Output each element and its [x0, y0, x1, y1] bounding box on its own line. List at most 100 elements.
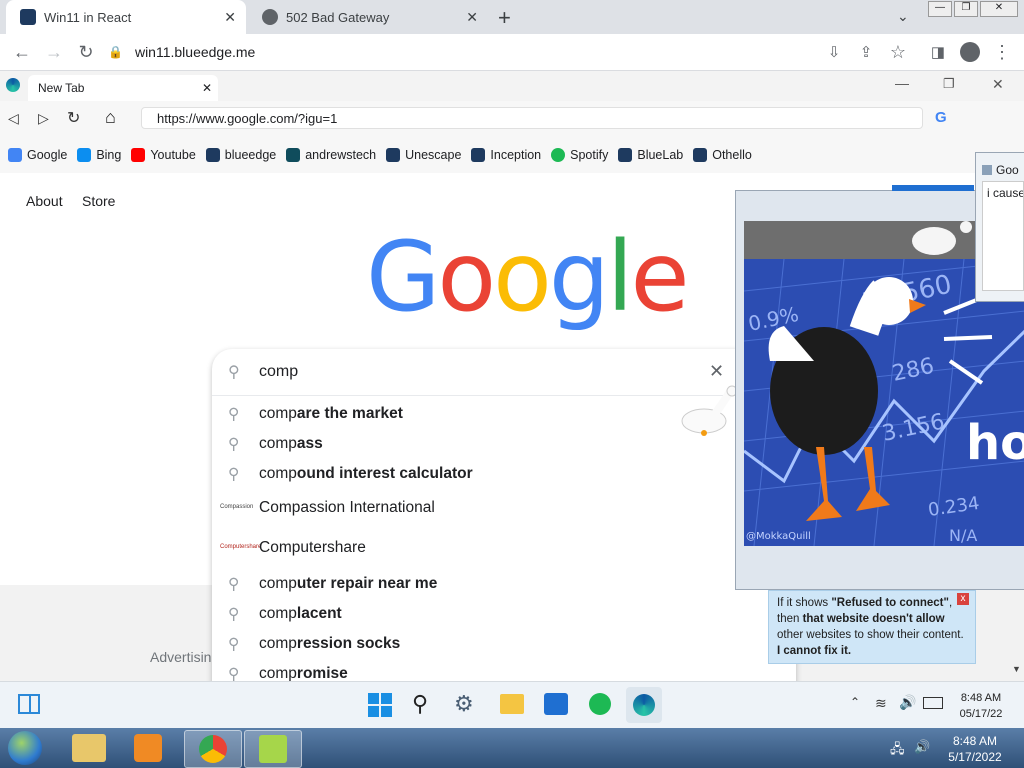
chrome-tab-win11[interactable]: Win11 in React ✕	[6, 0, 246, 34]
clock-date: 5/17/2022	[948, 750, 1002, 764]
notification-body: i cause	[982, 181, 1024, 291]
volume-icon[interactable]: 🔊	[914, 739, 930, 755]
window-accent	[892, 185, 974, 191]
close-tab-icon[interactable]: ✕	[224, 9, 236, 26]
edge-refresh-icon[interactable]: ↻	[67, 108, 80, 128]
reload-icon[interactable]: ↻	[74, 40, 98, 64]
forward-arrow-icon[interactable]: →	[42, 40, 66, 64]
bookmark-othello[interactable]: Othello	[693, 148, 752, 162]
react-icon	[618, 148, 633, 162]
close-tab-icon[interactable]: ✕	[202, 81, 212, 95]
search-icon: ⚲	[228, 636, 240, 653]
address-bar[interactable]: 🔒 win11.blueedge.me	[108, 38, 908, 66]
tab-title: 502 Bad Gateway	[286, 9, 390, 25]
win11-clock[interactable]: 8:48 AM 05/17/22	[955, 690, 1007, 722]
edge-nav-bar: ◁ ▷ ↻ ⌂ https://www.google.com/?igu=1 G	[0, 101, 1024, 137]
suggestion-entity-item[interactable]: Compassion Compassion International	[212, 499, 796, 529]
youtube-icon	[131, 148, 146, 162]
search-icon: ⚲	[228, 406, 240, 423]
search-icon: ⚲	[228, 466, 240, 483]
battery-icon[interactable]	[923, 697, 943, 709]
close-window-button[interactable]: ✕	[980, 1, 1018, 17]
new-tab-button[interactable]: +	[498, 5, 511, 31]
maximize-button[interactable]: ❐	[954, 1, 978, 17]
close-tab-icon[interactable]: ✕	[466, 9, 478, 26]
file-explorer-icon[interactable]	[500, 694, 524, 714]
edge-back-icon[interactable]: ◁	[8, 110, 19, 127]
spotify-icon[interactable]	[589, 693, 611, 715]
clear-search-icon[interactable]: ✕	[709, 361, 724, 382]
minimize-button[interactable]: —	[928, 1, 952, 17]
edge-close-button[interactable]: ✕	[992, 76, 1004, 93]
bookmark-andrewstech[interactable]: andrewstech	[286, 148, 376, 162]
bookmarks-bar: Google Bing Youtube blueedge andrewstech…	[0, 137, 1024, 173]
edge-home-icon[interactable]: ⌂	[105, 107, 116, 128]
bookmark-blueedge[interactable]: blueedge	[205, 148, 276, 162]
desktop-goose-icon[interactable]	[680, 385, 738, 439]
chrome-toolbar: ← → ↻ 🔒 win11.blueedge.me ⇩ ⇪ ☆ ◨ ⋮	[0, 34, 1024, 71]
tooltip-close-button[interactable]: x	[957, 593, 969, 605]
explorer-icon[interactable]	[72, 734, 106, 762]
wifi-icon[interactable]: ≋	[875, 695, 887, 712]
suggestion-entity-item[interactable]: Computershare Computershare	[212, 539, 796, 569]
win11-taskbar: ⚲ ⚙ ⌃ ≋ 🔊 8:48 AM 05/17/22	[0, 681, 1024, 729]
windows-orb-start-button[interactable]	[8, 731, 42, 765]
scroll-down-arrow-icon[interactable]: ▼	[1012, 664, 1021, 674]
side-panel-icon[interactable]: ◨	[926, 40, 950, 64]
edge-forward-icon[interactable]: ▷	[38, 110, 49, 127]
widgets-icon[interactable]	[18, 694, 40, 714]
bookmark-unescape[interactable]: Unescape	[386, 148, 461, 162]
ticker-number: N/A	[949, 526, 977, 545]
profile-avatar-icon[interactable]	[958, 40, 982, 64]
react-icon	[693, 148, 708, 162]
search-icon[interactable]: ⚲	[412, 691, 428, 717]
chrome-tab-bad-gateway[interactable]: 502 Bad Gateway ✕	[248, 0, 488, 34]
edge-logo-icon	[6, 78, 20, 92]
network-icon[interactable]: 🖧	[890, 740, 905, 762]
clock-time: 8:48 AM	[960, 692, 1002, 704]
install-app-icon[interactable]: ⇩	[822, 40, 846, 64]
tray-chevron-icon[interactable]: ⌃	[850, 695, 860, 709]
win7-clock[interactable]: 8:48 AM 5/17/2022	[940, 733, 1010, 765]
gif-caption: ho	[966, 415, 1024, 471]
gif-watermark: @MokkaQuill	[746, 531, 811, 542]
share-icon[interactable]: ⇪	[854, 40, 878, 64]
advertising-link[interactable]: Advertisin	[150, 649, 211, 665]
menu-kebab-icon[interactable]: ⋮	[990, 40, 1014, 64]
edge-maximize-button[interactable]: ❐	[943, 76, 955, 92]
bookmark-bing[interactable]: Bing	[77, 148, 121, 162]
chrome-icon	[199, 735, 227, 763]
store-link[interactable]: Store	[82, 193, 115, 209]
edge-address-bar[interactable]: https://www.google.com/?igu=1	[141, 107, 923, 129]
google-logo: Google	[366, 221, 690, 333]
google-search-icon[interactable]: G	[935, 109, 947, 126]
search-icon: ⚲	[228, 606, 240, 623]
tab-search-chevron-icon[interactable]: ⌄	[897, 8, 909, 25]
search-icon: ⚲	[228, 436, 240, 453]
bookmark-spotify[interactable]: Spotify	[551, 148, 608, 162]
settings-gear-icon[interactable]: ⚙	[454, 691, 474, 717]
back-arrow-icon[interactable]: ←	[10, 40, 34, 64]
about-link[interactable]: About	[26, 193, 63, 209]
bookmark-star-icon[interactable]: ☆	[886, 40, 910, 64]
react-icon	[205, 148, 220, 162]
search-icon: ⚲	[228, 576, 240, 593]
edge-tab-new-tab[interactable]: New Tab ✕	[28, 75, 218, 101]
bookmark-youtube[interactable]: Youtube	[131, 148, 196, 162]
chrome-taskbar-button[interactable]	[184, 730, 242, 768]
bookmark-inception[interactable]: Inception	[471, 148, 541, 162]
bookmark-bluelab[interactable]: BlueLab	[618, 148, 683, 162]
bookmark-google[interactable]: Google	[8, 148, 67, 162]
goose-taskbar-button[interactable]	[244, 730, 302, 768]
volume-icon[interactable]: 🔊	[899, 694, 916, 711]
start-button-icon[interactable]	[368, 693, 392, 717]
edge-taskbar-button[interactable]	[626, 687, 662, 723]
edge-tab-bar: New Tab ✕ — ❐ ✕	[0, 71, 1024, 101]
computershare-logo: Computershare	[220, 544, 262, 550]
store-icon[interactable]	[544, 693, 568, 715]
bing-icon	[77, 148, 92, 162]
media-player-icon[interactable]	[134, 734, 162, 762]
edge-minimize-button[interactable]: —	[895, 75, 909, 91]
notification-window[interactable]: Goo i cause	[975, 152, 1024, 302]
tab-title: New Tab	[38, 81, 85, 95]
